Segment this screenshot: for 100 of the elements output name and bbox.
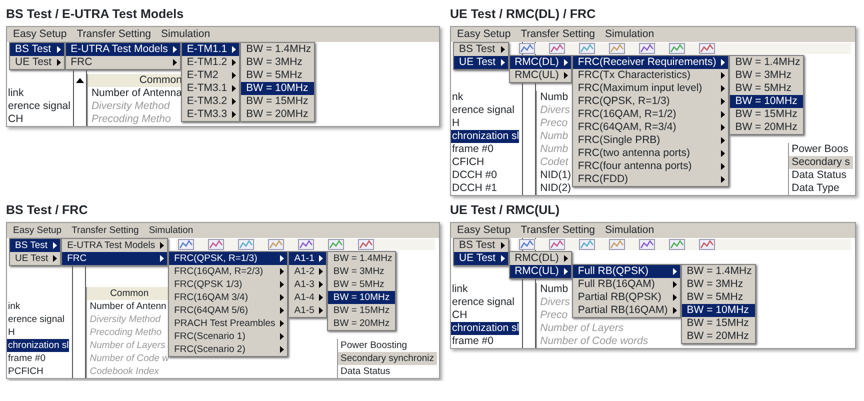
menu-item[interactable]: BW = 15MHz [328,304,396,317]
menu-item[interactable]: BW = 10MHz [241,82,314,95]
list-item[interactable]: erence signal [7,313,65,326]
menu-item[interactable]: UE Test [454,252,508,265]
menu-item[interactable]: FRC(16QAM, R=2/3) [169,265,288,278]
menu-item[interactable]: FRC(Scenario 2) [169,343,288,356]
list-item[interactable]: frame #0 [7,352,46,365]
menu-item[interactable]: FRC [62,252,168,265]
menu-item[interactable]: BW = 10MHz [328,291,396,304]
menu-bar-item[interactable]: Easy Setup [457,223,511,238]
menu-item[interactable]: BW = 3MHz [682,278,755,291]
menu-item[interactable]: E-UTRA Test Models [62,239,168,252]
menu-item[interactable]: RMC(DL) [510,252,571,265]
menu-item[interactable]: A1-3 [289,278,326,291]
list-item[interactable]: CH [451,309,468,322]
list-item[interactable]: H [451,117,460,130]
menu-item[interactable]: BS Test [454,43,508,56]
menu-item[interactable]: FRC(Receiver Requirements) [572,56,728,69]
menu-item[interactable]: BS Test [10,239,60,252]
list-item[interactable]: link [451,283,468,296]
menu-item[interactable]: UE Test [454,56,508,69]
menu-item[interactable]: FRC(four antenna ports) [572,160,728,173]
menu-item[interactable]: BW = 1.4MHz [241,43,314,56]
menu-item[interactable]: BW = 1.4MHz [682,265,755,278]
menu-item[interactable]: FRC(Maximum input level) [572,82,728,95]
list-item[interactable]: link [7,87,24,100]
menu-item[interactable]: A1-4 [289,291,326,304]
list-item[interactable]: PCFICH [7,365,44,378]
menu-item[interactable]: BW = 20MHz [682,330,755,343]
menu-bar-item[interactable]: Simulation [148,223,194,238]
menu-item[interactable]: FRC(QPSK, R=1/3) [169,252,288,265]
list-item[interactable]: ink [7,300,20,313]
list-item[interactable]: chronization sl [451,322,520,335]
menu-item[interactable]: A1-2 [289,265,326,278]
menu-item[interactable]: BW = 20MHz [730,121,804,134]
menu-item[interactable]: FRC(QPSK 1/3) [169,278,288,291]
menu-item[interactable]: A1-5 [289,304,326,317]
menu-item[interactable]: BW = 5MHz [328,278,396,291]
menu-item[interactable]: PRACH Test Preambles [169,317,288,330]
list-item[interactable]: nk [451,91,464,104]
menu-item[interactable]: BW = 15MHz [682,317,755,330]
menu-item[interactable]: FRC(16QAM 3/4) [169,291,288,304]
menu-item[interactable]: Full RB(QPSK) [572,265,680,278]
menu-item[interactable]: E-TM1.1 [182,43,240,56]
list-item[interactable]: CH [7,113,24,126]
menu-bar-item[interactable]: Easy Setup [13,223,62,238]
menu-bar-item[interactable]: Easy Setup [13,27,67,42]
list-item[interactable]: chronization sl [7,339,69,352]
menu-item[interactable]: Partial RB(QPSK) [572,291,680,304]
menu-item[interactable]: RMC(UL) [510,69,571,82]
menu-item[interactable]: FRC(16QAM, R=1/2) [572,108,728,121]
menu-item[interactable]: BW = 5MHz [682,291,755,304]
menu-item[interactable]: BS Test [454,239,508,252]
menu-item[interactable]: E-TM1.2 [182,56,240,69]
menu-item[interactable]: BW = 15MHz [241,95,314,108]
menu-item[interactable]: BW = 10MHz [682,304,755,317]
menu-item[interactable]: E-TM3.2 [182,95,240,108]
list-item[interactable]: frame #0 [451,143,494,156]
menu-item[interactable]: BW = 3MHz [730,69,804,82]
menu-item[interactable]: BW = 5MHz [241,69,314,82]
menu-item[interactable]: BW = 10MHz [730,95,804,108]
menu-item[interactable]: BS Test [10,43,64,56]
menu-item[interactable]: Full RB(16QAM) [572,278,680,291]
menu-item[interactable]: E-UTRA Test Models [66,43,180,56]
menu-item[interactable]: FRC(Tx Characteristics) [572,69,728,82]
menu-item[interactable]: FRC(Scenario 1) [169,330,288,343]
menu-bar-item[interactable]: Easy Setup [457,27,511,42]
list-item[interactable]: erence signal [451,104,514,117]
menu-bar-item[interactable]: Transfer Setting [72,223,139,238]
menu-item[interactable]: UE Test [10,252,60,265]
list-item[interactable]: DCCH #1 [451,182,497,195]
menu-item[interactable]: A1-1 [289,252,326,265]
list-item[interactable]: erence signal [7,100,70,113]
menu-item[interactable]: FRC(two antenna ports) [572,147,728,160]
menu-item[interactable]: BW = 1.4MHz [328,252,396,265]
menu-item[interactable]: FRC [66,56,180,69]
menu-bar-item[interactable]: Simulation [161,27,210,42]
menu-item[interactable]: BW = 20MHz [328,317,396,330]
menu-bar-item[interactable]: Transfer Setting [520,27,596,42]
menu-item[interactable]: BW = 5MHz [730,82,804,95]
list-item[interactable]: H [7,326,15,339]
menu-item[interactable]: E-TM3.3 [182,108,240,121]
list-item[interactable]: CFICH [451,156,484,169]
menu-bar-item[interactable]: Simulation [605,27,654,42]
menu-item[interactable]: FRC(64QAM 5/6) [169,304,288,317]
list-item[interactable]: frame #0 [451,335,494,348]
menu-item[interactable]: BW = 15MHz [730,108,804,121]
menu-item[interactable]: BW = 3MHz [328,265,396,278]
menu-item[interactable]: FRC(64QAM, R=3/4) [572,121,728,134]
menu-item[interactable]: Partial RB(16QAM) [572,304,680,317]
list-item[interactable]: DCCH #0 [451,169,497,182]
list-item[interactable]: chronization sl [451,130,520,143]
menu-item[interactable]: FRC(FDD) [572,173,728,186]
menu-item[interactable]: FRC(Single PRB) [572,134,728,147]
list-item[interactable]: erence signal [451,296,514,309]
menu-bar-item[interactable]: Simulation [605,223,654,238]
menu-item[interactable]: FRC(QPSK, R=1/3) [572,95,728,108]
menu-item[interactable]: BW = 1.4MHz [730,56,804,69]
menu-item[interactable]: BW = 3MHz [241,56,314,69]
menu-item[interactable]: UE Test [10,56,64,69]
